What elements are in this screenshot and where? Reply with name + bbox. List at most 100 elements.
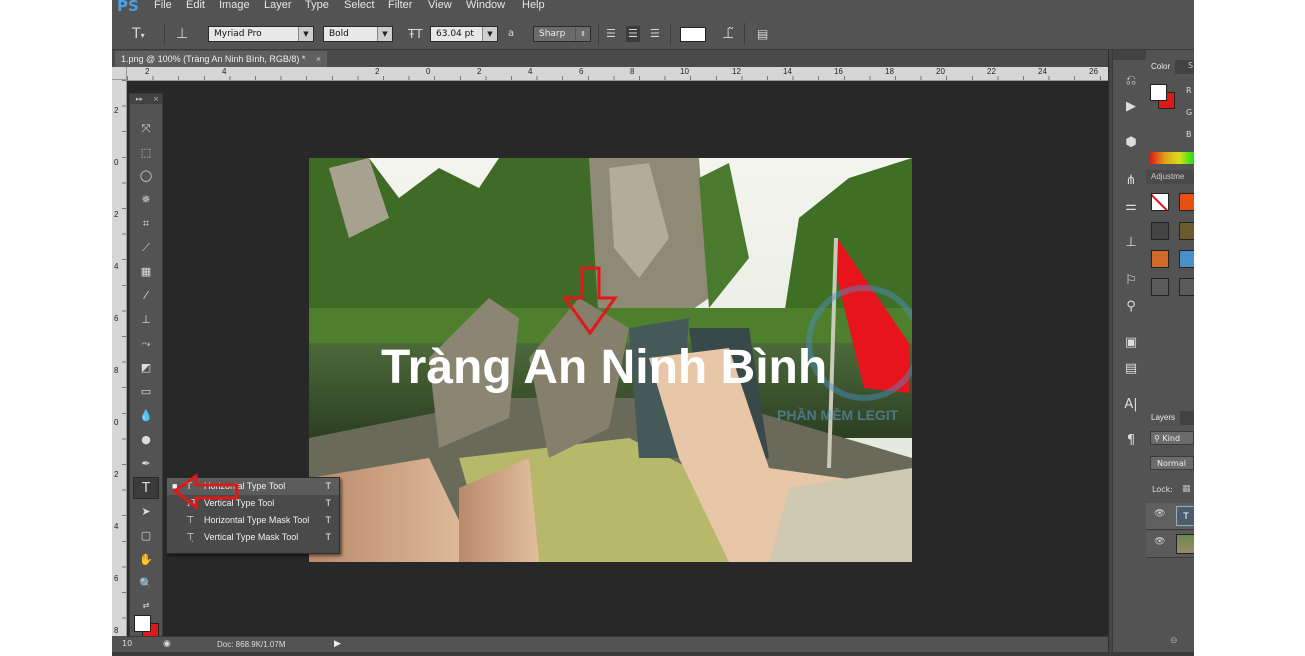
antialias-select[interactable]: Sharp ⇕ bbox=[533, 26, 591, 42]
tab-layers[interactable]: Layers bbox=[1146, 411, 1181, 425]
move-tool-icon[interactable]: ⤧ bbox=[133, 118, 159, 140]
menu-select[interactable]: Select bbox=[344, 0, 375, 11]
zoom-tool-icon[interactable]: 🔍 bbox=[133, 573, 159, 595]
menu-type[interactable]: Type bbox=[305, 0, 329, 11]
align-left-icon[interactable]: ☰ bbox=[606, 26, 616, 42]
status-info-icon[interactable]: ◉ bbox=[163, 639, 171, 649]
lasso-tool-icon[interactable]: ◯ bbox=[133, 165, 159, 187]
status-menu-arrow-icon[interactable]: ▶ bbox=[334, 639, 341, 649]
rectangle-tool-icon[interactable]: ▢ bbox=[133, 525, 159, 547]
notes-panel-icon[interactable]: ▤ bbox=[1122, 360, 1140, 378]
warp-text-icon[interactable]: ⊥̃ bbox=[722, 26, 734, 42]
actions-panel-icon[interactable]: ▶ bbox=[1122, 98, 1140, 116]
close-icon[interactable]: × bbox=[316, 54, 321, 64]
document-tab[interactable]: 1.png @ 100% (Tràng An Ninh Bình, RGB/8)… bbox=[115, 51, 328, 67]
layer-comps-panel-icon[interactable]: ▣ bbox=[1122, 334, 1140, 352]
menu-view[interactable]: View bbox=[428, 0, 452, 11]
flyout-item-horizontal-type-mask[interactable]: ⊤ Horizontal Type Mask Tool T bbox=[167, 512, 339, 529]
3d-panel-icon[interactable]: ⬢ bbox=[1122, 134, 1140, 152]
layers-kind-label: Kind bbox=[1162, 434, 1181, 443]
blur-tool-icon[interactable]: 💧 bbox=[133, 405, 159, 427]
ruler-label: 2 bbox=[114, 210, 119, 219]
clone-stamp-tool-icon[interactable]: ⊥ bbox=[133, 309, 159, 331]
brush-panel-icon[interactable]: ⋔ bbox=[1122, 172, 1140, 190]
crop-tool-icon[interactable]: ⌗ bbox=[133, 213, 159, 235]
brush-presets-panel-icon[interactable]: ⚌ bbox=[1122, 198, 1140, 216]
color-ramp[interactable] bbox=[1150, 152, 1194, 164]
document-image[interactable]: PHẦN MỀM LEGIT Tràng An Ninh Bình bbox=[309, 158, 912, 562]
ruler-label: 12 bbox=[732, 67, 741, 76]
history-panel-icon[interactable]: ⎌ bbox=[1122, 72, 1140, 90]
navigator-panel-icon[interactable]: ⚲ bbox=[1122, 298, 1140, 316]
ruler-left[interactable]: 2 0 2 4 6 8 0 2 4 6 8 bbox=[112, 80, 127, 636]
menu-window[interactable]: Window bbox=[466, 0, 505, 11]
brush-tool-icon[interactable]: ⁄ bbox=[133, 285, 159, 307]
toggle-orientation-icon[interactable]: ⊥ bbox=[176, 26, 188, 42]
collapse-icon[interactable]: ▸▸ bbox=[136, 95, 143, 103]
dodge-tool-icon[interactable]: ● bbox=[133, 429, 159, 451]
tab-adjustments[interactable]: Adjustme bbox=[1146, 170, 1190, 184]
character-panel-icon[interactable]: ▤ bbox=[757, 26, 768, 42]
layers-filter-kind[interactable]: ⚲ Kind bbox=[1150, 431, 1194, 445]
close-icon[interactable]: × bbox=[153, 95, 159, 103]
align-center-icon[interactable]: ☰ bbox=[626, 26, 640, 42]
photo-filter-adjustment-icon[interactable] bbox=[1179, 222, 1194, 240]
healing-brush-tool-icon[interactable]: ▦ bbox=[133, 261, 159, 283]
menu-image[interactable]: Image bbox=[219, 0, 250, 11]
flyout-item-vertical-type-mask[interactable]: ⊤̣ Vertical Type Mask Tool T bbox=[167, 529, 339, 546]
lock-transparent-icon[interactable]: ▦ bbox=[1182, 484, 1191, 494]
pen-tool-icon[interactable]: ✒ bbox=[133, 453, 159, 475]
info-panel-icon[interactable]: ⚐ bbox=[1122, 272, 1140, 290]
threshold-adjustment-icon[interactable] bbox=[1151, 278, 1169, 296]
font-size-select[interactable]: 63.04 pt ▼ bbox=[430, 26, 498, 42]
document-tab-bar: 1.png @ 100% (Tràng An Ninh Bình, RGB/8)… bbox=[112, 50, 1108, 67]
font-style-select[interactable]: Bold ▼ bbox=[323, 26, 393, 42]
quick-selection-tool-icon[interactable]: ✵ bbox=[133, 189, 159, 211]
layer-row-background[interactable]: 👁 bbox=[1146, 531, 1194, 558]
levels-adjustment-icon[interactable] bbox=[1179, 193, 1194, 211]
tab-color[interactable]: Color bbox=[1146, 60, 1176, 74]
ruler-label: 4 bbox=[114, 522, 119, 531]
font-family-select[interactable]: Myriad Pro ▼ bbox=[208, 26, 314, 42]
clone-source-panel-icon[interactable]: ⊥ bbox=[1122, 234, 1140, 252]
marquee-tool-icon[interactable]: ⬚ bbox=[133, 142, 159, 164]
type-tool-icon[interactable]: T bbox=[133, 477, 159, 499]
foreground-color-swatch[interactable] bbox=[134, 615, 151, 632]
blend-mode-select[interactable]: Normal bbox=[1150, 456, 1194, 470]
eraser-tool-icon[interactable]: ◩ bbox=[133, 357, 159, 379]
black-white-adjustment-icon[interactable] bbox=[1151, 222, 1169, 240]
paragraph-panel-icon[interactable]: ¶ bbox=[1122, 432, 1140, 450]
swap-colors-icon[interactable]: ⇄ bbox=[133, 595, 159, 617]
menu-layer[interactable]: Layer bbox=[264, 0, 292, 11]
ruler-label: 4 bbox=[222, 67, 227, 76]
gradient-map-adjustment-icon[interactable] bbox=[1151, 250, 1169, 268]
visibility-eye-icon[interactable]: 👁 bbox=[1154, 509, 1165, 519]
menu-file[interactable]: File bbox=[154, 0, 172, 11]
channel-mixer-adjustment-icon[interactable] bbox=[1179, 250, 1194, 268]
zoom-level[interactable]: 10 bbox=[122, 639, 132, 648]
path-selection-tool-icon[interactable]: ➤ bbox=[133, 501, 159, 523]
menu-edit[interactable]: Edit bbox=[186, 0, 205, 11]
text-color-swatch[interactable] bbox=[680, 27, 706, 42]
link-layers-icon[interactable]: ⊖ bbox=[1170, 636, 1178, 646]
gradient-tool-icon[interactable]: ▭ bbox=[133, 381, 159, 403]
ruler-label: 4 bbox=[114, 262, 119, 271]
canvas-overlay-text[interactable]: Tràng An Ninh Bình bbox=[381, 341, 827, 394]
lock-label: Lock: bbox=[1152, 485, 1173, 494]
tab-swatches[interactable]: S bbox=[1188, 61, 1193, 70]
brightness-adjustment-icon[interactable] bbox=[1151, 193, 1169, 211]
type-tool-preset-icon[interactable]: T▾ bbox=[132, 26, 145, 42]
panel-foreground-swatch[interactable] bbox=[1150, 84, 1167, 101]
eyedropper-tool-icon[interactable]: ⟋ bbox=[133, 237, 159, 259]
ruler-label: 2 bbox=[114, 106, 119, 115]
align-right-icon[interactable]: ☰ bbox=[650, 26, 660, 42]
layer-row-text[interactable]: 👁 T bbox=[1146, 503, 1194, 530]
visibility-eye-icon[interactable]: 👁 bbox=[1154, 537, 1165, 547]
menu-filter[interactable]: Filter bbox=[388, 0, 412, 11]
hand-tool-icon[interactable]: ✋ bbox=[133, 549, 159, 571]
ruler-top[interactable]: 2 4 2 0 2 4 6 8 10 12 14 16 18 20 22 24 … bbox=[127, 67, 1108, 81]
selective-color-adjustment-icon[interactable] bbox=[1179, 278, 1194, 296]
history-brush-tool-icon[interactable]: ⤳ bbox=[133, 333, 159, 355]
menu-help[interactable]: Help bbox=[522, 0, 545, 11]
character-panel-icon[interactable]: A| bbox=[1122, 396, 1140, 414]
